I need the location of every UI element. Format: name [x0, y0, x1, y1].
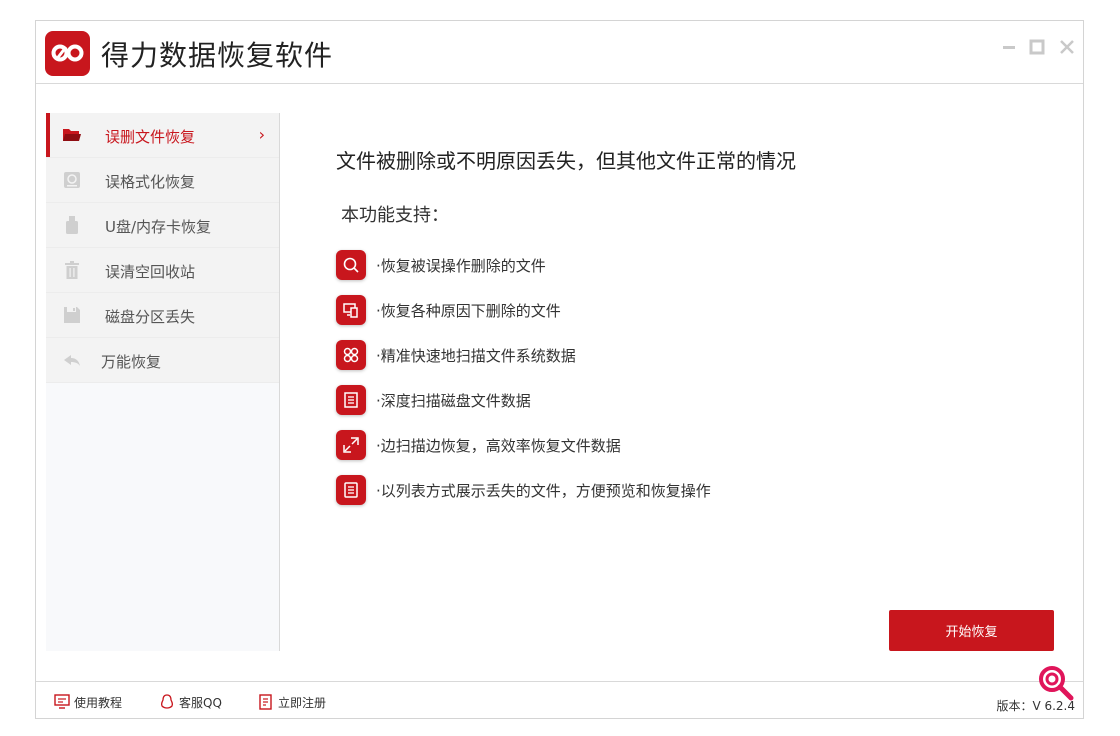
- trash-icon: [65, 261, 79, 279]
- tutorial-label: 使用教程: [74, 696, 123, 710]
- compress-icon: [336, 430, 366, 460]
- sidebar-item-label: 万能恢复: [101, 353, 162, 371]
- devices-icon: [336, 295, 366, 325]
- chevron-right-icon: ›: [258, 125, 265, 144]
- sidebar-item-label: 磁盘分区丢失: [105, 308, 196, 326]
- grid-icon: [336, 340, 366, 370]
- qq-label: 客服QQ: [179, 696, 222, 710]
- sidebar-item-universal-recovery[interactable]: 万能恢复: [46, 338, 279, 383]
- title-bar: 得力数据恢复软件: [36, 21, 1083, 84]
- search-icon: [336, 250, 366, 280]
- feature-text: ·深度扫描磁盘文件数据: [376, 392, 531, 410]
- usb-drive-icon: [66, 216, 78, 234]
- version-label: 版本：V 6.2.4: [996, 699, 1075, 713]
- qq-penguin-icon: [160, 694, 174, 709]
- register-label: 立即注册: [278, 696, 327, 710]
- sidebar-item-label: 误删文件恢复: [105, 128, 196, 146]
- sidebar: 误删文件恢复 › 误格式化恢复 U盘/内存卡恢复 误清空回收站 磁盘分区丢失 万…: [46, 113, 280, 651]
- monitor-icon: [54, 694, 70, 709]
- start-recovery-button[interactable]: 开始恢复: [889, 610, 1054, 651]
- sidebar-item-usb-recovery[interactable]: U盘/内存卡恢复: [46, 203, 279, 248]
- feature-text: ·边扫描边恢复，高效率恢复文件数据: [376, 437, 621, 455]
- undo-arrow-icon: [64, 355, 80, 366]
- scan-doc-icon: [336, 385, 366, 415]
- sidebar-item-label: U盘/内存卡恢复: [105, 218, 212, 236]
- sidebar-item-format-recovery[interactable]: 误格式化恢复: [46, 158, 279, 203]
- feature-text: ·以列表方式展示丢失的文件，方便预览和恢复操作: [376, 482, 711, 500]
- maximize-button[interactable]: [1029, 39, 1045, 55]
- close-button[interactable]: [1059, 39, 1075, 55]
- app-title: 得力数据恢复软件: [101, 39, 334, 72]
- list-icon: [336, 475, 366, 505]
- disk-format-icon: [64, 172, 80, 188]
- sidebar-item-recycle-bin-recovery[interactable]: 误清空回收站: [46, 248, 279, 293]
- app-logo: [45, 31, 90, 76]
- feature-text: ·精准快速地扫描文件系统数据: [376, 347, 576, 365]
- app-window: 得力数据恢复软件 误删文件恢复 › 误格式化恢复 U盘/内存卡恢复 误清空回收站…: [35, 20, 1084, 719]
- feature-text: ·恢复被误操作删除的文件: [376, 257, 546, 275]
- status-bar: 使用教程 客服QQ 立即注册 版本：V 6.2.4: [36, 666, 1083, 720]
- feature-text: ·恢复各种原因下删除的文件: [376, 302, 561, 320]
- sidebar-item-partition-recovery[interactable]: 磁盘分区丢失: [46, 293, 279, 338]
- register-doc-icon: [259, 694, 272, 710]
- folder-icon: [63, 129, 81, 141]
- page-headline: 文件被删除或不明原因丢失，但其他文件正常的情况: [336, 149, 796, 173]
- infinity-logo-icon: [51, 44, 84, 62]
- save-disk-icon: [64, 307, 80, 323]
- support-title: 本功能支持：: [341, 205, 449, 226]
- sidebar-item-label: 误格式化恢复: [105, 173, 196, 191]
- minimize-button[interactable]: [1001, 39, 1017, 55]
- sidebar-item-label: 误清空回收站: [105, 263, 196, 281]
- sidebar-item-deleted-file-recovery[interactable]: 误删文件恢复 ›: [46, 113, 279, 158]
